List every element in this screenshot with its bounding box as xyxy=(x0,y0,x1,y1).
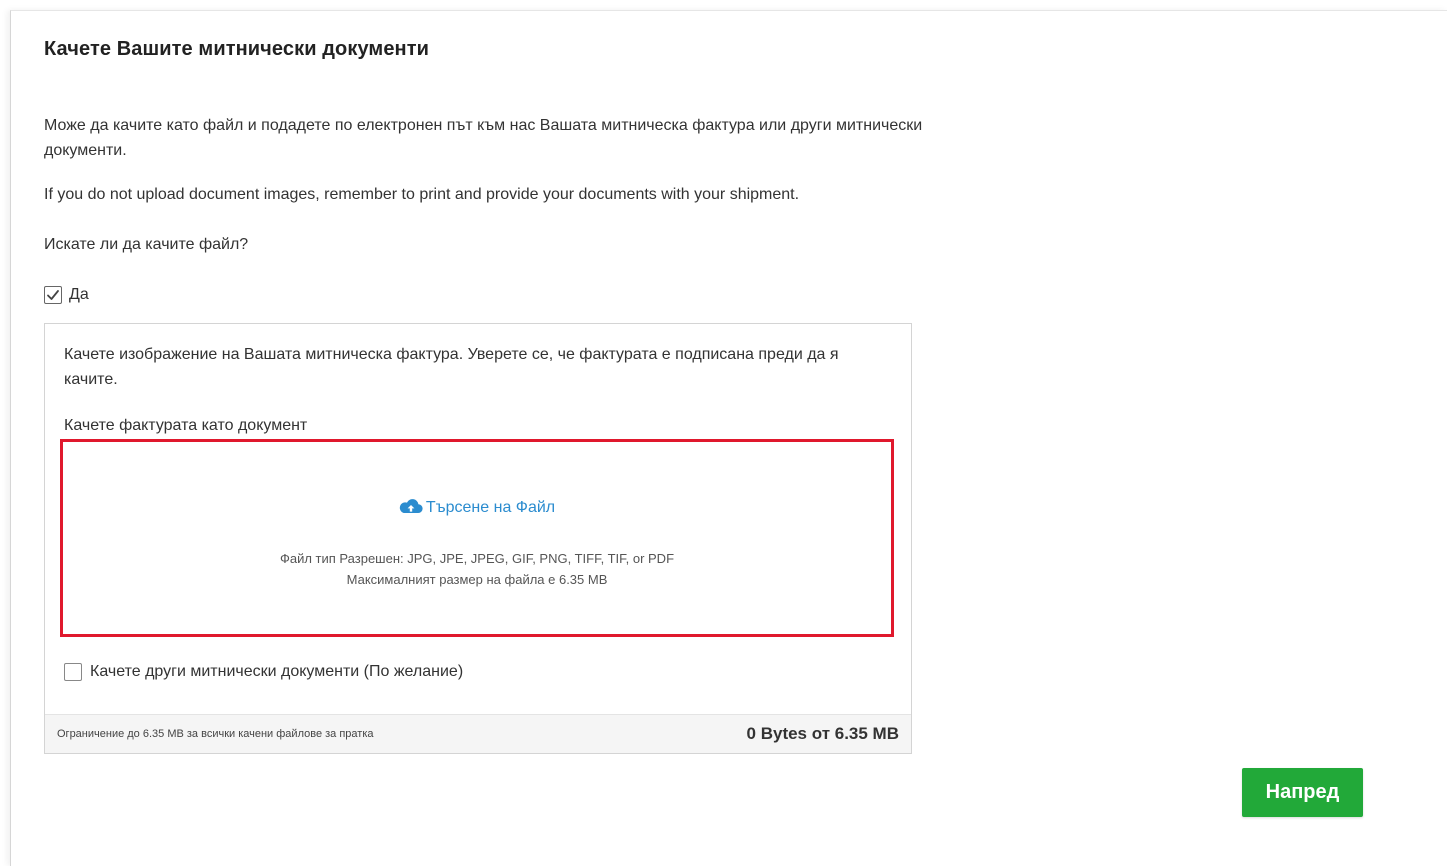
browse-file-label[interactable]: Търсене на Файл xyxy=(426,499,555,516)
file-dropzone[interactable]: Търсене на Файл Файл тип Разрешен: JPG, … xyxy=(60,439,894,637)
page-title: Качете Вашите митнически документи xyxy=(44,38,430,60)
file-requirements: Файл тип Разрешен: JPG, JPE, JPEG, GIF, … xyxy=(63,548,891,590)
browse-file-link[interactable]: Търсене на Файл xyxy=(63,497,891,520)
checkmark-icon xyxy=(47,290,59,300)
invoice-upload-label: Качете фактурата като документ xyxy=(64,417,308,434)
intro-text: Може да качите като файл и подадете по е… xyxy=(44,117,923,159)
upload-panel: Качете изображение на Вашата митническа … xyxy=(44,323,912,754)
panel-footer: Ограничение до 6.35 MB за всички качени … xyxy=(45,714,911,753)
size-limit-note: Ограничение до 6.35 MB за всички качени … xyxy=(57,728,374,740)
other-docs-checkbox-label: Качете други митнически документи (По же… xyxy=(90,663,464,680)
yes-checkbox[interactable] xyxy=(44,286,62,304)
max-file-size: Максималният размер на файла е 6.35 MB xyxy=(346,572,608,587)
cloud-upload-icon xyxy=(399,497,423,520)
upload-usage: 0 Bytes от 6.35 MB xyxy=(746,724,899,743)
panel-description: Качете изображение на Вашата митническа … xyxy=(64,346,839,388)
yes-checkbox-row[interactable]: Да xyxy=(44,286,89,304)
next-button[interactable]: Напред xyxy=(1242,768,1363,817)
other-docs-checkbox-row[interactable]: Качете други митнически документи (По же… xyxy=(64,663,463,681)
upload-question: Искате ли да качите файл? xyxy=(44,236,249,253)
print-note: If you do not upload document images, re… xyxy=(44,186,800,203)
other-docs-checkbox[interactable] xyxy=(64,663,82,681)
allowed-file-types: Файл тип Разрешен: JPG, JPE, JPEG, GIF, … xyxy=(279,551,675,566)
yes-checkbox-label: Да xyxy=(69,286,89,303)
